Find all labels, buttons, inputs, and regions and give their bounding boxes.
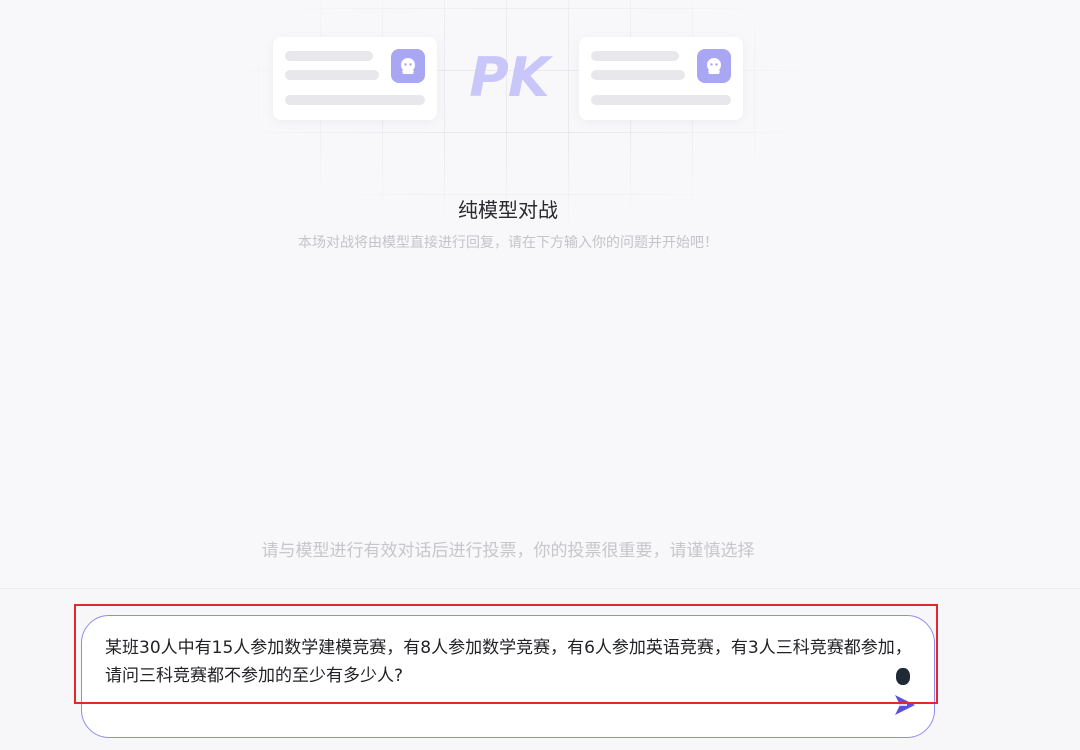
send-arrow-icon bbox=[895, 695, 915, 715]
placeholder-line bbox=[285, 70, 379, 80]
bot-avatar-icon bbox=[391, 49, 425, 83]
placeholder-line bbox=[285, 95, 425, 105]
placeholder-line bbox=[285, 51, 373, 61]
send-button[interactable] bbox=[892, 694, 918, 718]
placeholder-line bbox=[591, 95, 731, 105]
mouse-cursor bbox=[896, 668, 910, 685]
placeholder-line bbox=[591, 51, 679, 61]
vote-hint: 请与模型进行有效对话后进行投票，你的投票很重要，请谨慎选择 bbox=[261, 541, 755, 561]
chat-input[interactable]: 某班30人中有15人参加数学建模竞赛，有8人参加数学竞赛，有6人参加英语竞赛，有… bbox=[81, 615, 935, 738]
chat-input-text[interactable]: 某班30人中有15人参加数学建模竞赛，有8人参加数学竞赛，有6人参加英语竞赛，有… bbox=[105, 634, 925, 690]
page-subtitle: 本场对战将由模型直接进行回复，请在下方输入你的问题并开始吧！ bbox=[298, 235, 718, 251]
page-title: 纯模型对战 bbox=[458, 198, 558, 222]
model-card-left bbox=[273, 37, 437, 120]
bot-avatar-icon bbox=[697, 49, 731, 83]
pk-logo: PK bbox=[469, 46, 549, 109]
battle-page: PK 纯模型对战 本场对战将由模型直接进行回复，请在下方输入你的问题并开始吧！ … bbox=[0, 0, 1080, 750]
placeholder-line bbox=[591, 70, 685, 80]
model-card-right bbox=[579, 37, 743, 120]
